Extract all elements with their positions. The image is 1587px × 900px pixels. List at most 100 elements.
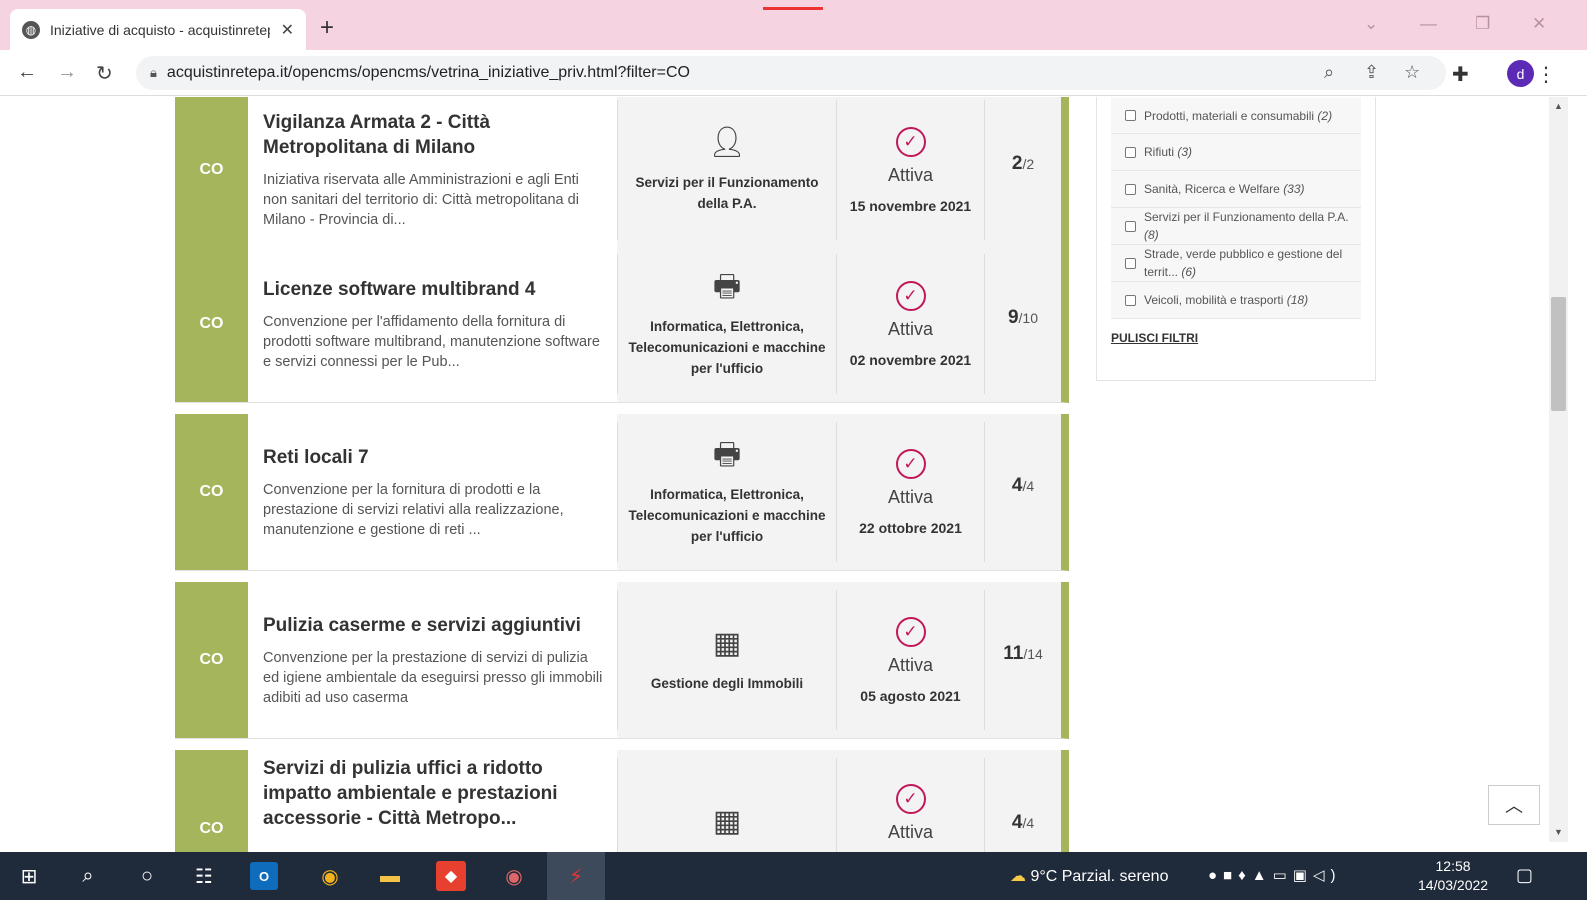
filter-option[interactable]: Rifiuti (3) xyxy=(1111,134,1361,171)
windows-start-icon[interactable]: ⊞ xyxy=(11,858,47,894)
initiative-card[interactable]: CO Licenze software multibrand 4 Convenz… xyxy=(175,246,1069,403)
filter-label: Veicoli, mobilità e trasporti xyxy=(1144,293,1284,307)
search-icon[interactable]: ⌕ xyxy=(70,858,106,894)
clock-date: 14/03/2022 xyxy=(1418,877,1489,893)
browser-tab[interactable]: ◍ Iniziative di acquisto - acquistinrete… xyxy=(10,9,306,50)
scroll-down-arrow-icon[interactable]: ▼ xyxy=(1549,827,1568,837)
system-tray-icons[interactable]: ●■♦▲▭▣◁) xyxy=(1208,866,1342,884)
close-window-icon[interactable]: ✕ xyxy=(1532,14,1546,34)
weather-text: 9°C Parzial. sereno xyxy=(1030,868,1169,885)
lot-count: 2 xyxy=(1011,153,1023,174)
filter-option[interactable]: Servizi per il Funzionamento della P.A. … xyxy=(1111,208,1361,245)
checkbox[interactable] xyxy=(1125,146,1136,158)
checkbox[interactable] xyxy=(1125,110,1136,121)
filter-option[interactable]: Sanità, Ricerca e Welfare (33) xyxy=(1111,171,1361,208)
initiative-card[interactable]: CO Reti locali 7 Convenzione per la forn… xyxy=(175,414,1069,571)
filter-count: (3) xyxy=(1177,145,1193,159)
card-category-label: Informatica, Elettronica, Telecomunicazi… xyxy=(628,318,826,376)
card-title[interactable]: Licenze software multibrand 4 xyxy=(263,277,605,302)
reload-icon[interactable]: ↻ xyxy=(96,61,113,86)
scrollbar-thumb[interactable] xyxy=(1551,297,1566,411)
url-text[interactable]: acquistinretepa.it/opencms/opencms/vetri… xyxy=(167,64,690,82)
cortana-icon[interactable]: ○ xyxy=(129,858,165,894)
card-count: 4/4 xyxy=(985,414,1061,570)
app-pin-icon[interactable]: ⚡ xyxy=(558,858,594,894)
card-category-label: Informatica, Elettronica, Telecomunicazi… xyxy=(628,486,826,544)
extensions-puzzle-icon[interactable]: ✚ xyxy=(1452,62,1469,87)
check-circle-icon: ✓ xyxy=(895,616,926,647)
card-count: 11/14 xyxy=(985,582,1061,738)
bookmark-star-icon[interactable]: ☆ xyxy=(1404,62,1420,83)
card-count: 4/4 xyxy=(985,750,1061,852)
card-title[interactable]: Vigilanza Armata 2 - Città Metropolitana… xyxy=(263,110,605,160)
clock-time: 12:58 xyxy=(1435,858,1471,874)
clear-filters-link[interactable]: PULISCI FILTRI xyxy=(1111,331,1198,345)
page-viewport: CO Vigilanza Armata 2 - Città Metropolit… xyxy=(0,97,1568,852)
task-view-icon[interactable]: ☷ xyxy=(186,858,222,894)
zoom-icon[interactable]: ⌕ xyxy=(1324,62,1334,83)
card-category: 👤︎ Servizi per il Funzionamento della P.… xyxy=(617,100,837,240)
file-explorer-icon[interactable]: ▬ xyxy=(372,858,408,894)
card-status-label: Attiva xyxy=(887,164,934,185)
close-tab-icon[interactable]: ✕ xyxy=(281,20,294,40)
card-status: ✓ Attiva 05 agosto 2021 xyxy=(837,590,985,730)
lot-total: /10 xyxy=(1018,310,1039,326)
outlook-icon[interactable]: O xyxy=(250,862,278,890)
check-circle-icon: ✓ xyxy=(895,448,926,479)
initiative-card[interactable]: CO Pulizia caserme e servizi aggiuntivi … xyxy=(175,582,1069,739)
forward-icon[interactable]: → xyxy=(57,61,77,84)
lock-icon[interactable]: 🔒︎ xyxy=(150,65,157,81)
initiative-card[interactable]: CO Vigilanza Armata 2 - Città Metropolit… xyxy=(175,97,1069,249)
checkbox[interactable] xyxy=(1125,257,1136,269)
filter-option[interactable]: Veicoli, mobilità e trasporti (18) xyxy=(1111,282,1361,319)
chrome-icon[interactable]: ◉ xyxy=(312,858,348,894)
card-title[interactable]: Servizi di pulizia uffici a ridotto impa… xyxy=(263,756,605,831)
card-category: ▦ xyxy=(617,758,837,852)
checkbox[interactable] xyxy=(1125,220,1136,232)
card-description: Convenzione per l'affidamento della forn… xyxy=(263,313,600,370)
filter-count: (6) xyxy=(1181,265,1197,279)
checkbox[interactable] xyxy=(1125,183,1136,195)
card-code: CO xyxy=(175,750,248,852)
anydesk-icon[interactable]: ◆ xyxy=(436,861,466,891)
new-tab-button[interactable]: + xyxy=(320,14,334,42)
scroll-up-arrow-icon[interactable]: ▲ xyxy=(1549,101,1568,111)
address-bar[interactable]: 🔒︎ acquistinretepa.it/opencms/opencms/ve… xyxy=(136,56,1446,90)
chrome-profile-icon[interactable]: ◉ xyxy=(496,858,532,894)
card-main: Pulizia caserme e servizi aggiuntivi Con… xyxy=(248,582,617,738)
lot-count: 9 xyxy=(1007,307,1019,328)
card-main: Reti locali 7 Convenzione per la fornitu… xyxy=(248,414,617,570)
scroll-to-top-button[interactable]: ︿ xyxy=(1488,785,1540,825)
share-icon[interactable]: ⇪ xyxy=(1364,62,1379,83)
card-category: 🖶 Informatica, Elettronica, Telecomunica… xyxy=(617,422,837,562)
filter-label: Servizi per il Funzionamento della P.A. xyxy=(1144,210,1349,224)
tab-title: Iniziative di acquisto - acquistinretepa… xyxy=(50,21,270,38)
lot-total: /4 xyxy=(1022,814,1035,831)
card-category: 🖶 Informatica, Elettronica, Telecomunica… xyxy=(617,254,837,394)
card-category-label: Servizi per il Funzionamento della P.A. xyxy=(635,175,819,211)
card-code: CO xyxy=(175,97,248,248)
menu-kebab-icon[interactable]: ⋮ xyxy=(1536,62,1556,87)
restore-icon[interactable]: ❐ xyxy=(1475,14,1490,34)
card-title[interactable]: Pulizia caserme e servizi aggiuntivi xyxy=(263,613,605,638)
checkbox[interactable] xyxy=(1125,294,1136,306)
initiative-card[interactable]: CO Servizi di pulizia uffici a ridotto i… xyxy=(175,750,1069,852)
filter-option[interactable]: Strade, verde pubblico e gestione del te… xyxy=(1111,245,1361,282)
notification-icon[interactable]: ▢ xyxy=(1516,865,1533,886)
browser-toolbar: ← → ↻ 🔒︎ acquistinretepa.it/opencms/open… xyxy=(0,50,1587,96)
browser-titlebar: ◍ Iniziative di acquisto - acquistinrete… xyxy=(0,0,1587,50)
filter-option[interactable]: Prodotti, materiali e consumabili (2) xyxy=(1111,98,1361,134)
back-icon[interactable]: ← xyxy=(17,61,37,84)
lot-count: 4 xyxy=(1011,811,1023,833)
tab-search-icon[interactable]: ⌄ xyxy=(1364,14,1378,34)
filter-count: (2) xyxy=(1317,108,1333,123)
category-filter-panel: Prodotti, materiali e consumabili (2) Ri… xyxy=(1096,97,1376,381)
system-clock[interactable]: 12:58 14/03/2022 xyxy=(1418,857,1488,895)
weather-widget[interactable]: ☁ 9°C Parzial. sereno xyxy=(1010,866,1168,886)
card-title[interactable]: Reti locali 7 xyxy=(263,445,605,470)
profile-avatar[interactable]: d xyxy=(1507,60,1534,87)
filter-label: Prodotti, materiali e consumabili xyxy=(1144,108,1315,123)
minimize-icon[interactable]: — xyxy=(1420,14,1437,34)
card-main: Vigilanza Armata 2 - Città Metropolitana… xyxy=(248,97,617,248)
page-scrollbar[interactable]: ▲ ▼ xyxy=(1549,97,1568,842)
